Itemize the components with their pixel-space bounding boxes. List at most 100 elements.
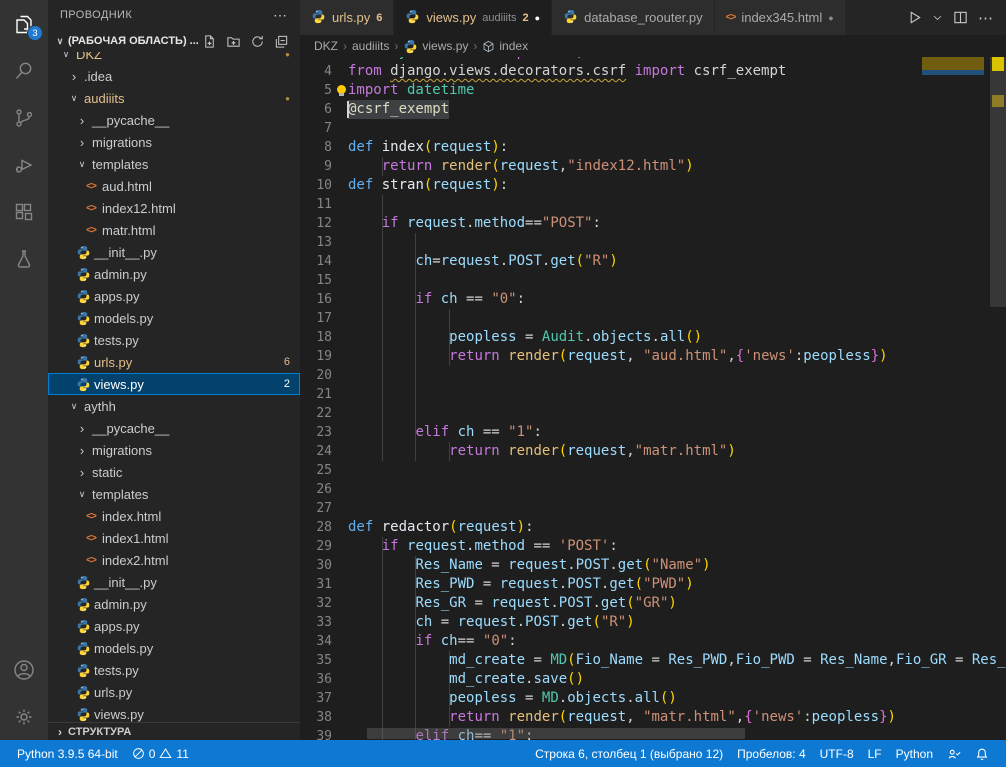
- tree-item-urls.py[interactable]: urls.py6: [48, 351, 300, 373]
- code-line-6[interactable]: 6@csrf_exempt: [300, 100, 1006, 119]
- tree-item-admin.py[interactable]: admin.py: [48, 263, 300, 285]
- eol-sequence[interactable]: LF: [861, 747, 889, 761]
- code-line-38[interactable]: 38 return render(request, "matr.html",{'…: [300, 708, 1006, 727]
- tree-item-static[interactable]: ›static: [48, 461, 300, 483]
- tree-item-__pycache__[interactable]: ›__pycache__: [48, 417, 300, 439]
- breadcrumb-item-DKZ[interactable]: DKZ: [314, 39, 338, 53]
- horizontal-scrollbar[interactable]: [367, 728, 745, 739]
- sidebar-more-icon[interactable]: ⋯: [273, 7, 288, 24]
- code-line-4[interactable]: 4from django.views.decorators.csrf impor…: [300, 62, 1006, 81]
- tree-item-index2.html[interactable]: <>index2.html: [48, 549, 300, 571]
- minimap[interactable]: [922, 57, 988, 219]
- code-line-18[interactable]: 18 peopless = Audit.objects.all(): [300, 328, 1006, 347]
- language-mode[interactable]: Python: [889, 747, 940, 761]
- cursor-position[interactable]: Строка 6, столбец 1 (выбрано 12): [528, 747, 730, 761]
- code-line-10[interactable]: 10def stran(request):: [300, 176, 1006, 195]
- testing-icon[interactable]: [0, 235, 48, 282]
- code-line-37[interactable]: 37 peopless = MD.objects.all(): [300, 689, 1006, 708]
- collapse-all-icon[interactable]: [272, 32, 290, 50]
- code-line-7[interactable]: 7: [300, 119, 1006, 138]
- code-editor[interactable]: 3from aythh.models import MD,Audit4from …: [300, 57, 1006, 740]
- new-file-icon[interactable]: [200, 32, 218, 50]
- code-line-17[interactable]: 17: [300, 309, 1006, 328]
- tree-item-migrations[interactable]: ›migrations: [48, 131, 300, 153]
- code-line-31[interactable]: 31 Res_PWD = request.POST.get("PWD"): [300, 575, 1006, 594]
- indentation[interactable]: Пробелов: 4: [730, 747, 813, 761]
- code-line-35[interactable]: 35 md_create = MD(Fio_Name = Res_PWD,Fio…: [300, 651, 1006, 670]
- tree-item-migrations[interactable]: ›migrations: [48, 439, 300, 461]
- code-line-25[interactable]: 25: [300, 461, 1006, 480]
- source-control-icon[interactable]: [0, 94, 48, 141]
- tree-item-apps.py[interactable]: apps.py: [48, 285, 300, 307]
- code-line-36[interactable]: 36 md_create.save(): [300, 670, 1006, 689]
- code-line-23[interactable]: 23 elif ch == "1":: [300, 423, 1006, 442]
- tree-item-views.py[interactable]: views.py2: [48, 373, 300, 395]
- tab-views.py[interactable]: views.pyaudiiits2●: [394, 0, 552, 35]
- problems-indicator[interactable]: 0 11: [125, 740, 196, 767]
- tab-urls.py[interactable]: urls.py6: [300, 0, 394, 35]
- code-line-33[interactable]: 33 ch = request.POST.get("R"): [300, 613, 1006, 632]
- lightbulb-icon[interactable]: [336, 85, 347, 96]
- tree-item-models.py[interactable]: models.py: [48, 307, 300, 329]
- tree-item-templates[interactable]: ∨templates: [48, 153, 300, 175]
- tree-item-templates[interactable]: ∨templates: [48, 483, 300, 505]
- tree-item-models.py[interactable]: models.py: [48, 637, 300, 659]
- tree-item-apps.py[interactable]: apps.py: [48, 615, 300, 637]
- encoding[interactable]: UTF-8: [813, 747, 861, 761]
- notifications-bell-icon[interactable]: [968, 747, 996, 761]
- code-line-24[interactable]: 24 return render(request,"matr.html"): [300, 442, 1006, 461]
- new-folder-icon[interactable]: [224, 32, 242, 50]
- tree-item-index.html[interactable]: <>index.html: [48, 505, 300, 527]
- tree-item-tests.py[interactable]: tests.py: [48, 659, 300, 681]
- breadcrumb-item-index[interactable]: index: [482, 39, 528, 53]
- code-line-5[interactable]: 5import datetime: [300, 81, 1006, 100]
- run-debug-icon[interactable]: [0, 141, 48, 188]
- run-dropdown-chevron-icon[interactable]: [932, 12, 943, 23]
- code-line-29[interactable]: 29 if request.method == 'POST':: [300, 537, 1006, 556]
- explorer-icon[interactable]: 3: [0, 0, 48, 47]
- tree-item-audiiits[interactable]: ∨audiiits●: [48, 87, 300, 109]
- tab-database_roouter.py[interactable]: database_roouter.py: [552, 0, 715, 35]
- settings-gear-icon[interactable]: [0, 693, 48, 740]
- tree-item-aud.html[interactable]: <>aud.html: [48, 175, 300, 197]
- code-line-9[interactable]: 9 return render(request,"index12.html"): [300, 157, 1006, 176]
- tree-item-tests.py[interactable]: tests.py: [48, 329, 300, 351]
- tree-item-matr.html[interactable]: <>matr.html: [48, 219, 300, 241]
- tree-item-index12.html[interactable]: <>index12.html: [48, 197, 300, 219]
- code-line-26[interactable]: 26: [300, 480, 1006, 499]
- code-line-13[interactable]: 13: [300, 233, 1006, 252]
- more-actions-icon[interactable]: ⋯: [978, 9, 994, 27]
- code-line-14[interactable]: 14 ch=request.POST.get("R"): [300, 252, 1006, 271]
- workspace-section-header[interactable]: ∨ (РАБОЧАЯ ОБЛАСТЬ) ...: [48, 30, 300, 52]
- dirty-dot-icon[interactable]: ●: [535, 13, 540, 23]
- code-line-21[interactable]: 21: [300, 385, 1006, 404]
- code-line-12[interactable]: 12 if request.method=="POST":: [300, 214, 1006, 233]
- tab-index345.html[interactable]: <>index345.html●: [715, 0, 846, 35]
- tree-item-.idea[interactable]: ›.idea: [48, 65, 300, 87]
- python-interpreter[interactable]: Python 3.9.5 64-bit: [10, 740, 125, 767]
- tree-item-__init__.py[interactable]: __init__.py: [48, 571, 300, 593]
- code-line-11[interactable]: 11: [300, 195, 1006, 214]
- code-line-27[interactable]: 27: [300, 499, 1006, 518]
- run-icon[interactable]: [907, 10, 922, 25]
- code-line-15[interactable]: 15: [300, 271, 1006, 290]
- account-icon[interactable]: [0, 646, 48, 693]
- code-line-20[interactable]: 20: [300, 366, 1006, 385]
- breadcrumb-item-audiiits[interactable]: audiiits: [352, 39, 389, 53]
- outline-section-header[interactable]: › СТРУКТУРА: [48, 722, 300, 740]
- tree-item-admin.py[interactable]: admin.py: [48, 593, 300, 615]
- breadcrumb-item-views.py[interactable]: views.py: [403, 39, 468, 54]
- tree-item-__init__.py[interactable]: __init__.py: [48, 241, 300, 263]
- split-editor-icon[interactable]: [953, 10, 968, 25]
- tree-item-views.py[interactable]: views.py: [48, 703, 300, 722]
- code-line-19[interactable]: 19 return render(request, "aud.html",{'n…: [300, 347, 1006, 366]
- refresh-icon[interactable]: [248, 32, 266, 50]
- code-line-32[interactable]: 32 Res_GR = request.POST.get("GR"): [300, 594, 1006, 613]
- search-icon[interactable]: [0, 47, 48, 94]
- tree-item-DKZ[interactable]: ∨DKZ●: [48, 52, 300, 65]
- tree-item-index1.html[interactable]: <>index1.html: [48, 527, 300, 549]
- extensions-icon[interactable]: [0, 188, 48, 235]
- tree-item-__pycache__[interactable]: ›__pycache__: [48, 109, 300, 131]
- feedback-icon[interactable]: [940, 747, 968, 761]
- code-line-22[interactable]: 22: [300, 404, 1006, 423]
